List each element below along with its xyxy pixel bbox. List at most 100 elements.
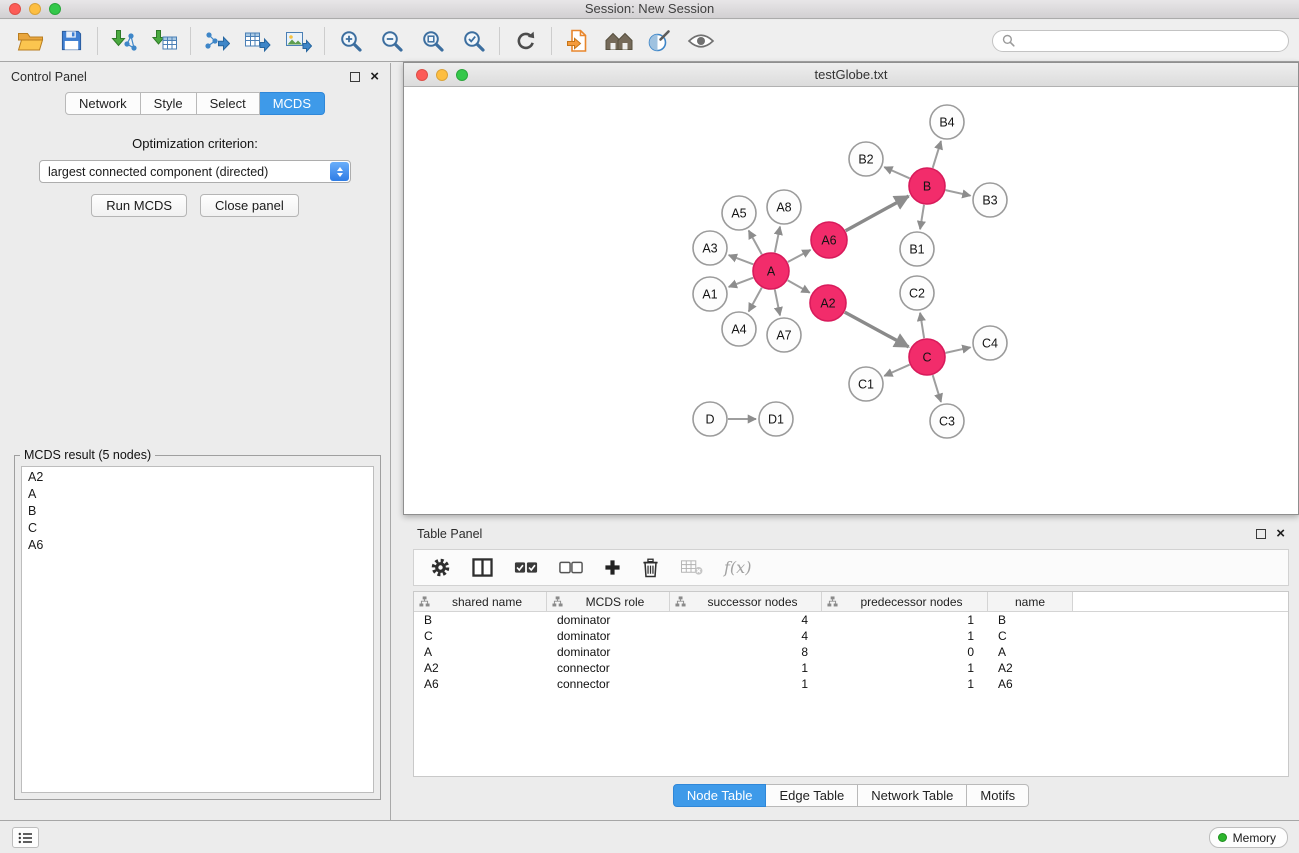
graph-node-A2[interactable]: A2: [810, 285, 846, 321]
export-image-button[interactable]: [278, 24, 319, 58]
graph-edge-A6-B[interactable]: [846, 196, 909, 231]
graph-edge-A-A4[interactable]: [749, 288, 762, 312]
graph-edge-A-A5[interactable]: [749, 231, 762, 255]
tab-network-table[interactable]: Network Table: [858, 784, 967, 807]
result-item[interactable]: A: [22, 486, 373, 503]
graph-edge-B-B2[interactable]: [884, 167, 909, 178]
column-header-successor-nodes[interactable]: successor nodes: [670, 592, 822, 611]
graph-edge-A-A2[interactable]: [788, 280, 810, 292]
delete-column-button[interactable]: [642, 558, 659, 578]
graph-edge-A-A1[interactable]: [729, 278, 754, 287]
criterion-select[interactable]: largest connected component (directed): [39, 160, 351, 183]
task-history-button[interactable]: [12, 827, 39, 848]
graph-node-D[interactable]: D: [693, 402, 727, 436]
table-row[interactable]: A6 connector 1 1 A6: [414, 676, 1288, 692]
graph-node-A4[interactable]: A4: [722, 312, 756, 346]
table-row[interactable]: A2 connector 1 1 A2: [414, 660, 1288, 676]
graph-edge-A-A6[interactable]: [788, 250, 811, 262]
tab-mcds[interactable]: MCDS: [260, 92, 325, 115]
table-row[interactable]: C dominator 4 1 C: [414, 628, 1288, 644]
column-visibility-button[interactable]: [472, 558, 493, 577]
graph-node-A8[interactable]: A8: [767, 190, 801, 224]
graph-node-C3[interactable]: C3: [930, 404, 964, 438]
search-input[interactable]: [1020, 34, 1279, 48]
graph-node-A[interactable]: A: [753, 253, 789, 289]
mcds-result-list[interactable]: A2 A B C A6: [21, 466, 374, 793]
table-row[interactable]: B dominator 4 1 B: [414, 612, 1288, 628]
add-column-button[interactable]: [604, 559, 621, 576]
close-mcds-panel-button[interactable]: Close panel: [200, 194, 299, 217]
export-network-button[interactable]: [196, 24, 237, 58]
annotation-button[interactable]: [639, 24, 680, 58]
graph-edge-A-A8[interactable]: [775, 227, 780, 253]
control-panel-close-button[interactable]: ×: [370, 72, 379, 82]
graph-edge-C-C1[interactable]: [884, 365, 909, 376]
delete-table-button[interactable]: [680, 558, 703, 577]
result-item[interactable]: A2: [22, 469, 373, 486]
network-minimize-button[interactable]: [436, 69, 448, 81]
network-maximize-button[interactable]: [456, 69, 468, 81]
select-all-button[interactable]: [514, 560, 538, 575]
result-item[interactable]: A6: [22, 537, 373, 554]
graph-edge-A-A7[interactable]: [775, 290, 780, 316]
home-button[interactable]: [598, 24, 639, 58]
tab-motifs[interactable]: Motifs: [967, 784, 1029, 807]
close-window-button[interactable]: [9, 3, 21, 15]
graph-node-C2[interactable]: C2: [900, 276, 934, 310]
run-mcds-button[interactable]: Run MCDS: [91, 194, 187, 217]
graph-node-C[interactable]: C: [909, 339, 945, 375]
control-panel-float-button[interactable]: [350, 72, 360, 82]
zoom-fit-button[interactable]: [412, 24, 453, 58]
graph-node-B3[interactable]: B3: [973, 183, 1007, 217]
graph-node-A7[interactable]: A7: [767, 318, 801, 352]
tab-network[interactable]: Network: [65, 92, 141, 115]
graph-node-B4[interactable]: B4: [930, 105, 964, 139]
graph-edge-C-C3[interactable]: [933, 375, 941, 402]
result-item[interactable]: C: [22, 520, 373, 537]
open-session-file-button[interactable]: [557, 24, 598, 58]
table-settings-button[interactable]: [430, 557, 451, 578]
graph-node-A3[interactable]: A3: [693, 231, 727, 265]
graph-edge-B-B1[interactable]: [920, 205, 924, 229]
table-panel-close-button[interactable]: ×: [1276, 529, 1285, 539]
graph-edge-A-A3[interactable]: [729, 255, 754, 264]
zoom-selected-button[interactable]: [453, 24, 494, 58]
table-row[interactable]: A dominator 8 0 A: [414, 644, 1288, 660]
tab-select[interactable]: Select: [197, 92, 260, 115]
tab-style[interactable]: Style: [141, 92, 197, 115]
network-close-button[interactable]: [416, 69, 428, 81]
zoom-in-button[interactable]: [330, 24, 371, 58]
show-hide-button[interactable]: [680, 24, 721, 58]
export-table-button[interactable]: [237, 24, 278, 58]
column-header-mcds-role[interactable]: MCDS role: [547, 592, 670, 611]
column-header-predecessor-nodes[interactable]: predecessor nodes: [822, 592, 988, 611]
tab-node-table[interactable]: Node Table: [673, 784, 767, 807]
tab-edge-table[interactable]: Edge Table: [766, 784, 858, 807]
graph-edge-C-C2[interactable]: [920, 313, 924, 338]
fullscreen-window-button[interactable]: [49, 3, 61, 15]
memory-button[interactable]: Memory: [1209, 827, 1288, 848]
graph-node-C4[interactable]: C4: [973, 326, 1007, 360]
zoom-out-button[interactable]: [371, 24, 412, 58]
open-file-button[interactable]: [10, 24, 51, 58]
graph-node-B[interactable]: B: [909, 168, 945, 204]
graph-node-A1[interactable]: A1: [693, 277, 727, 311]
graph-node-D1[interactable]: D1: [759, 402, 793, 436]
graph-edge-A2-C[interactable]: [845, 312, 909, 347]
deselect-all-button[interactable]: [559, 560, 583, 575]
graph-node-A6[interactable]: A6: [811, 222, 847, 258]
graph-edge-C-C4[interactable]: [946, 347, 971, 353]
import-network-button[interactable]: [103, 24, 144, 58]
column-header-name[interactable]: name: [988, 592, 1073, 611]
graph-node-B1[interactable]: B1: [900, 232, 934, 266]
table-panel-float-button[interactable]: [1256, 529, 1266, 539]
minimize-window-button[interactable]: [29, 3, 41, 15]
column-header-shared-name[interactable]: shared name: [414, 592, 547, 611]
graph-edge-B-B4[interactable]: [933, 141, 941, 168]
network-canvas[interactable]: B4B2BB3A8A5A6A3B1AC2A1A2A4A7C4CC1C3DD1: [404, 88, 1298, 514]
graph-edge-B-B3[interactable]: [946, 190, 971, 196]
graph-node-A5[interactable]: A5: [722, 196, 756, 230]
refresh-button[interactable]: [505, 24, 546, 58]
result-item[interactable]: B: [22, 503, 373, 520]
graph-node-B2[interactable]: B2: [849, 142, 883, 176]
